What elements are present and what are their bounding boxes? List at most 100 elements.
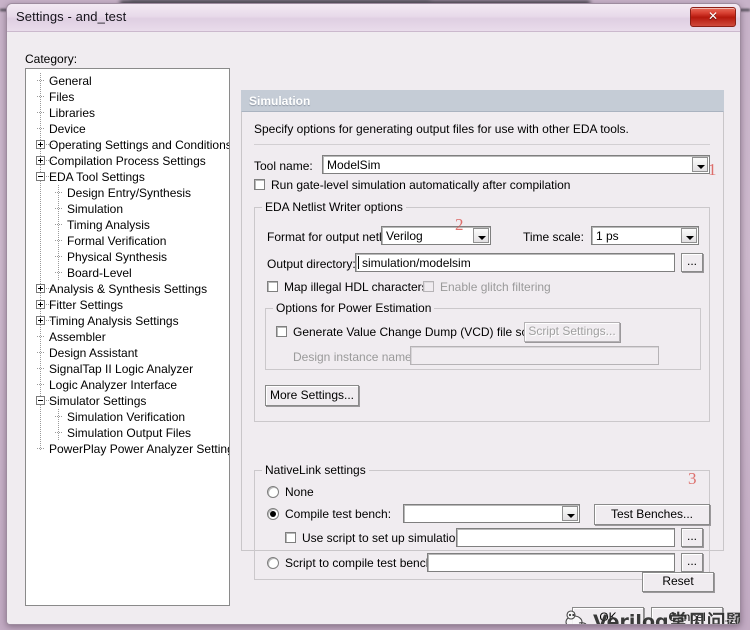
chevron-down-icon[interactable] (562, 506, 578, 521)
compile-test-bench-combo[interactable] (403, 504, 580, 523)
tree-item-label: Simulation Verification (67, 410, 186, 424)
tree-item-label: Device (49, 122, 86, 136)
tree-item-analysis-synthesis-settings[interactable]: Analysis & Synthesis Settings (26, 281, 229, 297)
tree-item-label: Timing Analysis (67, 218, 150, 232)
use-script-browse-button[interactable]: ... (681, 528, 703, 547)
tree-item-signaltap-ii-logic-analyzer[interactable]: SignalTap II Logic Analyzer (26, 361, 229, 377)
tree-item-assembler[interactable]: Assembler (26, 329, 229, 345)
ellipsis-icon: ... (686, 554, 697, 568)
more-settings-button[interactable]: More Settings... (265, 385, 359, 406)
tree-item-eda-tool-settings[interactable]: EDA Tool Settings (26, 169, 229, 185)
expand-icon[interactable] (36, 316, 45, 325)
tree-item-logic-analyzer-interface[interactable]: Logic Analyzer Interface (26, 377, 229, 393)
design-instance-name-input (410, 346, 659, 365)
title-bar[interactable]: Settings - and_test ✕ (7, 4, 740, 32)
nativelink-settings-group: NativeLink settings None Compile test be… (254, 463, 710, 580)
compile-test-bench-radio[interactable] (267, 508, 279, 520)
tree-item-libraries[interactable]: Libraries (26, 105, 229, 121)
compile-test-bench-label: Compile test bench: (285, 507, 392, 521)
tree-item-physical-synthesis[interactable]: Physical Synthesis (26, 249, 229, 265)
tree-item-label: General (49, 74, 92, 88)
tree-connector (37, 336, 44, 337)
tool-name-label: Tool name: (254, 159, 313, 173)
time-scale-label: Time scale: (523, 230, 584, 244)
expand-icon[interactable] (36, 300, 45, 309)
power-estimation-group: Options for Power Estimation Generate Va… (265, 301, 701, 370)
tool-name-value: ModelSim (327, 158, 381, 172)
output-directory-browse-button[interactable]: ... (681, 253, 703, 272)
reset-button[interactable]: Reset (642, 572, 714, 592)
tree-connector (37, 352, 44, 353)
tree-item-fitter-settings[interactable]: Fitter Settings (26, 297, 229, 313)
expand-icon[interactable] (36, 284, 45, 293)
nativelink-none-radio[interactable] (267, 486, 279, 498)
tree-item-timing-analysis-settings[interactable]: Timing Analysis Settings (26, 313, 229, 329)
simulation-pane: Simulation Specify options for generatin… (241, 90, 724, 580)
use-script-setup-checkbox[interactable] (285, 532, 296, 543)
dialog-client-area: Category: General Files Libraries Device Ope… (7, 32, 740, 624)
tree-item-label: Simulation (67, 202, 124, 216)
expand-icon[interactable] (36, 140, 45, 149)
tree-item-powerplay-power-analyzer-settings[interactable]: PowerPlay Power Analyzer Settings (26, 441, 229, 457)
use-script-setup-input[interactable] (456, 528, 675, 547)
tree-item-design-assistant[interactable]: Design Assistant (26, 345, 229, 361)
tree-item-general[interactable]: General (26, 73, 229, 89)
run-gate-level-label: Run gate-level simulation automatically … (271, 178, 571, 192)
tree-item-label: Compilation Process Settings (49, 154, 206, 168)
pane-header-title: Simulation (249, 94, 311, 108)
tree-item-compilation-process-settings[interactable]: Compilation Process Settings (26, 153, 229, 169)
tree-guide-line (58, 217, 59, 233)
tree-connector (37, 368, 44, 369)
test-benches-button[interactable]: Test Benches... (594, 504, 710, 525)
format-netlist-value: Verilog (386, 229, 423, 243)
resize-grip[interactable] (724, 611, 737, 624)
category-tree[interactable]: General Files Libraries Device Operating Set… (25, 68, 230, 606)
expand-icon[interactable] (36, 156, 45, 165)
collapse-icon[interactable] (36, 172, 45, 181)
collapse-icon[interactable] (36, 396, 45, 405)
ok-button[interactable]: OK (572, 607, 644, 624)
close-button[interactable]: ✕ (690, 7, 736, 27)
tree-item-simulation-verification[interactable]: Simulation Verification (26, 409, 229, 425)
tree-item-timing-analysis[interactable]: Timing Analysis (26, 217, 229, 233)
tree-item-simulator-settings[interactable]: Simulator Settings (26, 393, 229, 409)
tree-item-simulation-output-files[interactable]: Simulation Output Files (26, 425, 229, 441)
use-script-setup-label: Use script to set up simulation: (302, 531, 466, 545)
tree-guide-line (58, 201, 59, 217)
tree-item-formal-verification[interactable]: Formal Verification (26, 233, 229, 249)
tree-item-label: Analysis & Synthesis Settings (49, 282, 208, 296)
pane-divider (254, 144, 710, 145)
tool-name-combo[interactable]: ModelSim (322, 155, 710, 174)
settings-dialog: Settings - and_test ✕ Category: General F… (6, 3, 741, 625)
output-directory-input[interactable]: simulation/modelsim (355, 253, 675, 272)
generate-vcd-checkbox[interactable] (276, 326, 287, 337)
window-title: Settings - and_test (16, 9, 127, 24)
tree-item-label: EDA Tool Settings (49, 170, 145, 184)
time-scale-combo[interactable]: 1 ps (591, 226, 699, 245)
run-gate-level-checkbox[interactable] (254, 179, 265, 190)
script-compile-browse-button[interactable]: ... (681, 553, 703, 572)
chevron-down-icon[interactable] (692, 157, 708, 172)
tree-guide-line (58, 265, 59, 281)
chevron-down-icon[interactable] (681, 228, 697, 243)
script-compile-test-bench-input[interactable] (427, 553, 675, 572)
tree-item-label: Files (49, 90, 75, 104)
tree-item-board-level[interactable]: Board-Level (26, 265, 229, 281)
format-netlist-combo[interactable]: Verilog (381, 226, 491, 245)
chevron-down-icon[interactable] (473, 228, 489, 243)
tree-guide-line (58, 185, 59, 201)
tree-connector (37, 384, 44, 385)
output-directory-value: simulation/modelsim (362, 256, 471, 270)
cancel-button[interactable]: Cancel (651, 607, 723, 624)
tree-item-operating-settings-and-conditions[interactable]: Operating Settings and Conditions (26, 137, 229, 153)
tree-item-files[interactable]: Files (26, 89, 229, 105)
tree-item-simulation[interactable]: Simulation (26, 201, 229, 217)
map-illegal-hdl-checkbox[interactable] (267, 281, 278, 292)
nativelink-none-label: None (285, 485, 314, 499)
tree-item-device[interactable]: Device (26, 121, 229, 137)
tree-item-label: SignalTap II Logic Analyzer (49, 362, 194, 376)
close-icon: ✕ (707, 9, 719, 23)
tree-item-design-entry-synthesis[interactable]: Design Entry/Synthesis (26, 185, 229, 201)
script-compile-test-bench-radio[interactable] (267, 557, 279, 569)
enable-glitch-filtering-label: Enable glitch filtering (440, 280, 551, 294)
